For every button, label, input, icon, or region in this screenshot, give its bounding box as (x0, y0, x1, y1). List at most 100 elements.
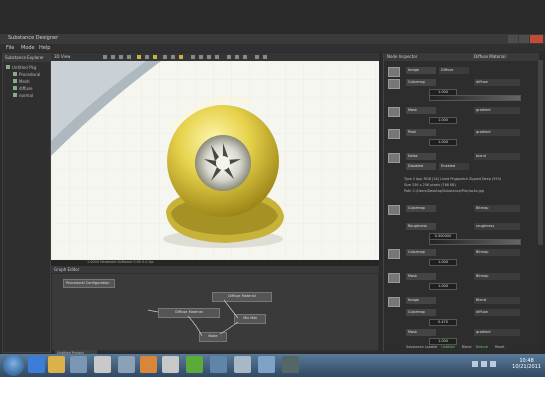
app-icon[interactable] (162, 356, 179, 373)
tool-icon[interactable] (119, 55, 123, 59)
node-inspector: Node Inspector Diffuse Material Image Dif… (383, 53, 539, 351)
color-swatch[interactable] (388, 249, 400, 259)
graph-header: Graph Editor (51, 266, 379, 273)
tool-icon[interactable] (103, 55, 107, 59)
number-field[interactable]: 0.470 (429, 319, 457, 326)
app-icon[interactable] (118, 356, 135, 373)
substance-explorer: Substance Explorer Untitled Pkg Procedur… (2, 53, 51, 353)
property-row[interactable]: Colormap Bitmap (406, 205, 520, 212)
app-icon[interactable] (186, 356, 203, 373)
app-icon[interactable] (282, 356, 299, 373)
tree-item[interactable]: Procedural (13, 72, 40, 77)
number-field[interactable]: 1.000 (429, 338, 457, 345)
app-window: Substance Designer File Mode Help Substa… (0, 0, 545, 409)
info-size: Size 256 x 256 pixels (768 KB) (404, 183, 456, 187)
number-field[interactable]: 1.000 (429, 139, 457, 146)
menu-mode[interactable]: Mode (21, 45, 35, 51)
firefox-icon[interactable] (140, 356, 157, 373)
property-row[interactable]: Noise blend (406, 153, 520, 160)
color-swatch[interactable] (388, 67, 400, 77)
tool-icon[interactable] (145, 55, 149, 59)
app-icon[interactable] (258, 356, 275, 373)
tool-icon[interactable] (207, 55, 211, 59)
info-path: Path C:/Users/Desktop/Substance/File/roc… (404, 189, 484, 193)
property-row[interactable]: Mask Bitmap (406, 273, 520, 280)
graph-canvas[interactable]: Procedural Configuration Diffuse Materia… (52, 274, 378, 350)
tool-icon[interactable] (227, 55, 231, 59)
maximize-button[interactable] (519, 35, 529, 43)
clock[interactable]: 10:48 10/21/2011 (512, 358, 541, 370)
render-scene[interactable] (51, 61, 379, 260)
windows-taskbar: 10:48 10/21/2011 (0, 354, 545, 377)
inspector-status: Substance Loaded Untitled Blend Texture … (406, 345, 505, 349)
tree-item[interactable]: Mesh (13, 79, 30, 84)
tray-icon[interactable] (472, 361, 478, 367)
color-swatch[interactable] (388, 107, 400, 117)
tool-icon[interactable] (171, 55, 175, 59)
color-swatch[interactable] (388, 273, 400, 283)
property-row[interactable]: Colormap diffuse (406, 309, 520, 316)
app-icon[interactable] (234, 356, 251, 373)
inspector-scrollbar[interactable] (538, 60, 543, 245)
value-slider[interactable] (429, 239, 521, 245)
tool-icon[interactable] (199, 55, 203, 59)
light-icon[interactable] (137, 55, 141, 59)
explorer-header: Substance Explorer (3, 54, 50, 62)
number-field[interactable]: 1.000 (429, 117, 457, 124)
tool-icon[interactable] (163, 55, 167, 59)
viewport-toolbar: 3D View (51, 53, 379, 61)
tool-icon[interactable] (127, 55, 131, 59)
number-field[interactable]: 1.000 (429, 283, 457, 290)
property-row[interactable]: Roughness roughness (406, 223, 520, 230)
minimize-button[interactable] (508, 35, 518, 43)
light-icon[interactable] (179, 55, 183, 59)
folder-icon[interactable] (48, 356, 65, 373)
menu-help[interactable]: Help (39, 45, 50, 51)
tool-icon[interactable] (263, 55, 267, 59)
number-field[interactable]: 1.000 (429, 259, 457, 266)
tool-icon[interactable] (255, 55, 259, 59)
app-icon[interactable] (70, 356, 87, 373)
graph-editor[interactable]: Graph Editor Procedural Configuration Di… (51, 266, 379, 352)
3d-viewport[interactable]: 3D View (51, 53, 379, 260)
title-bar: Substance Designer (0, 34, 545, 44)
app-icon[interactable] (94, 356, 111, 373)
tree-item[interactable]: Untitled Pkg (6, 65, 36, 70)
color-swatch[interactable] (388, 129, 400, 139)
property-row[interactable]: Colormap Bitmap (406, 249, 520, 256)
letterbox-bottom (0, 377, 545, 409)
color-swatch[interactable] (388, 153, 400, 163)
tool-icon[interactable] (111, 55, 115, 59)
color-swatch[interactable] (388, 205, 400, 215)
property-row[interactable]: Disabled Enabled (406, 163, 518, 170)
tray-icon[interactable] (490, 361, 496, 367)
ie-icon[interactable] (28, 356, 45, 373)
tool-icon[interactable] (235, 55, 239, 59)
property-row[interactable]: Mask gradient (406, 107, 520, 114)
tool-icon[interactable] (215, 55, 219, 59)
menu-file[interactable]: File (6, 45, 14, 51)
property-row[interactable]: Pixel gradient (406, 129, 520, 136)
property-row[interactable]: Mask gradient (406, 329, 520, 336)
tree-item[interactable]: diffuse (13, 86, 33, 91)
tool-icon[interactable] (243, 55, 247, 59)
graph-links (147, 299, 239, 337)
tool-icon[interactable] (191, 55, 195, 59)
color-swatch[interactable] (388, 297, 400, 307)
info-type: Type 2 bpp RGB (24) Lined Pngspatch Zipp… (404, 177, 502, 181)
tray-icon[interactable] (481, 361, 487, 367)
property-row[interactable]: Colormap diffuse (406, 79, 520, 86)
light-icon[interactable] (153, 55, 157, 59)
start-button[interactable] (3, 355, 24, 376)
property-row[interactable]: Image Blend (406, 297, 520, 304)
color-swatch[interactable] (388, 79, 400, 89)
inspector-dropdown[interactable]: Diffuse Material (472, 54, 508, 59)
menu-bar: File Mode Help (0, 44, 545, 52)
close-button[interactable] (530, 35, 543, 43)
value-slider[interactable] (429, 95, 521, 101)
tree-item[interactable]: normal (13, 93, 33, 98)
app-icon[interactable] (210, 356, 227, 373)
viewport-status: 1.0000 Hardware Software 0.00 0.0 fps (87, 260, 154, 264)
property-row[interactable]: Image Diffuse (406, 67, 518, 74)
inspector-title: Node Inspector (387, 54, 418, 59)
